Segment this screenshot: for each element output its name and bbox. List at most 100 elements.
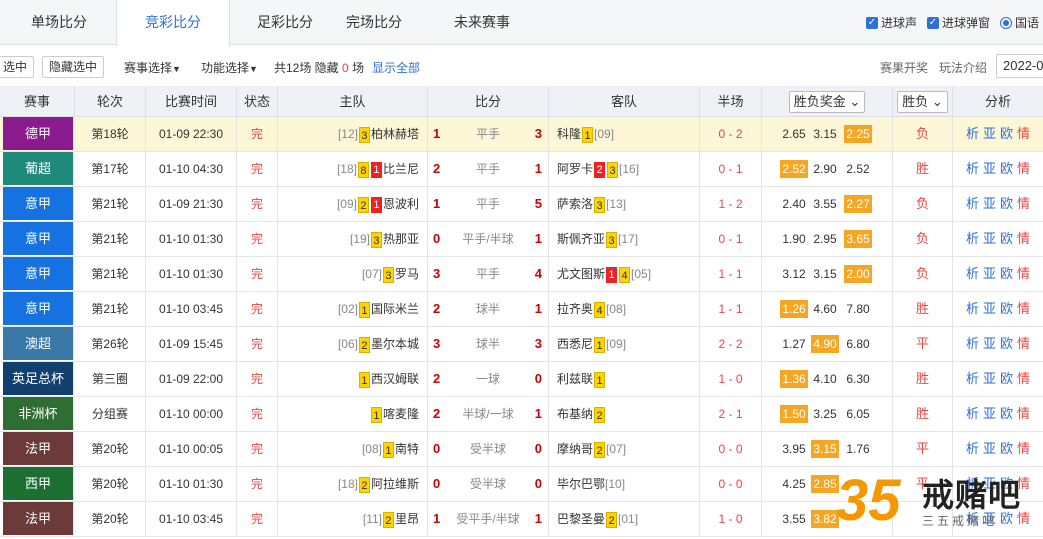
tab-zucai-score[interactable]: 足彩比分	[230, 0, 340, 45]
odds-value[interactable]: 3.95	[780, 440, 808, 458]
home-team-cell[interactable]: [02] 1 国际米兰	[278, 292, 428, 326]
away-team-cell[interactable]: 斯佩齐亚 3 [17]	[549, 222, 700, 256]
odds-select[interactable]: 胜负奖金 ⌄	[788, 91, 866, 113]
intel-link[interactable]: 情	[1017, 371, 1030, 386]
checkbox-checked-icon[interactable]: ✓	[926, 16, 939, 29]
odds-value[interactable]: 6.05	[844, 405, 872, 423]
away-team-name[interactable]: 毕尔巴鄂	[557, 477, 605, 491]
away-team-cell[interactable]: 阿罗卡 2 3 [16]	[549, 152, 700, 186]
home-team-name[interactable]: 墨尔本城	[371, 337, 419, 351]
analysis-link[interactable]: 析	[966, 336, 979, 351]
league-badge[interactable]: 非洲杯	[3, 397, 74, 430]
odds-value[interactable]: 6.30	[844, 370, 872, 388]
asian-odds-link[interactable]: 亚	[983, 336, 996, 351]
tab-future-matches[interactable]: 未来赛事	[440, 0, 524, 45]
euro-odds-link[interactable]: 欧	[1000, 161, 1013, 176]
odds-value[interactable]: 3.15	[811, 265, 839, 283]
away-team-cell[interactable]: 萨索洛 3 [13]	[549, 187, 700, 221]
score-cell[interactable]: 2 球半 1	[428, 292, 549, 326]
odds-value[interactable]: 3.15	[811, 440, 839, 458]
home-team-name[interactable]: 南特	[395, 442, 419, 456]
score-cell[interactable]: 2 平手 1	[428, 152, 549, 186]
table-row[interactable]: 意甲 第21轮 01-10 01:30 完 [07] 3 罗马 3 平手 4 尤文图斯 1 4 [05] 1…	[0, 257, 1043, 292]
home-team-name[interactable]: 比兰尼	[383, 162, 419, 176]
league-badge[interactable]: 意甲	[3, 222, 74, 255]
odds-value[interactable]: 1.26	[780, 300, 808, 318]
league-badge[interactable]: 意甲	[3, 187, 74, 220]
away-team-name[interactable]: 阿罗卡	[557, 162, 593, 176]
mandarin-option[interactable]: 国语	[999, 14, 1039, 31]
tab-single-score[interactable]: 单场比分	[0, 0, 118, 45]
asian-odds-link[interactable]: 亚	[983, 406, 996, 421]
odds-value[interactable]: 2.95	[811, 230, 839, 248]
odds-value[interactable]: 3.25	[811, 405, 839, 423]
keep-selected-button[interactable]: 选中	[0, 56, 35, 78]
odds-value[interactable]: 2.52	[844, 160, 872, 178]
away-team-cell[interactable]: 西悉尼 1 [09]	[549, 327, 700, 361]
asian-odds-link[interactable]: 亚	[983, 441, 996, 456]
odds-value[interactable]: 2.25	[844, 125, 872, 143]
odds-value[interactable]: 2.65	[780, 125, 808, 143]
euro-odds-link[interactable]: 欧	[1000, 336, 1013, 351]
away-team-cell[interactable]: 尤文图斯 1 4 [05]	[549, 257, 700, 291]
odds-value[interactable]: 2.90	[811, 160, 839, 178]
table-row[interactable]: 澳超 第26轮 01-09 15:45 完 [06] 2 墨尔本城 3 球半 3 西悉尼 1 [09] 2…	[0, 327, 1043, 362]
score-cell[interactable]: 3 球半 3	[428, 327, 549, 361]
league-badge[interactable]: 澳超	[3, 327, 74, 360]
asian-odds-link[interactable]: 亚	[983, 231, 996, 246]
home-team-cell[interactable]: [08] 1 南特	[278, 432, 428, 466]
league-badge[interactable]: 意甲	[3, 292, 74, 325]
asian-odds-link[interactable]: 亚	[983, 266, 996, 281]
home-team-name[interactable]: 柏林赫塔	[371, 127, 419, 141]
odds-value[interactable]: 1.50	[780, 405, 808, 423]
away-team-name[interactable]: 科隆	[557, 127, 581, 141]
away-team-cell[interactable]: 科隆 1 [09]	[549, 117, 700, 151]
odds-value[interactable]: 1.90	[780, 230, 808, 248]
euro-odds-link[interactable]: 欧	[1000, 196, 1013, 211]
home-team-cell[interactable]: [07] 3 罗马	[278, 257, 428, 291]
odds-value[interactable]: 3.82	[811, 510, 839, 528]
away-team-name[interactable]: 萨索洛	[557, 197, 593, 211]
euro-odds-link[interactable]: 欧	[1000, 301, 1013, 316]
away-team-name[interactable]: 尤文图斯	[557, 267, 605, 281]
home-team-cell[interactable]: [18] 8 1 比兰尼	[278, 152, 428, 186]
odds-value[interactable]: 7.80	[844, 300, 872, 318]
away-team-name[interactable]: 西悉尼	[557, 337, 593, 351]
rules-link[interactable]: 玩法介绍	[939, 59, 987, 76]
table-row[interactable]: 法甲 第20轮 01-10 00:05 完 [08] 1 南特 0 受半球 0 摩纳哥 2 [07] 0 …	[0, 432, 1043, 467]
odds-value[interactable]: 6.80	[844, 335, 872, 353]
table-row[interactable]: 葡超 第17轮 01-10 04:30 完 [18] 8 1 比兰尼 2 平手 1 阿罗卡 2 3 [16]…	[0, 152, 1043, 187]
table-row[interactable]: 意甲 第21轮 01-10 03:45 完 [02] 1 国际米兰 2 球半 1 拉齐奥 4 [08] 1…	[0, 292, 1043, 327]
odds-value[interactable]: 3.15	[811, 125, 839, 143]
league-badge[interactable]: 意甲	[3, 257, 74, 290]
odds-value[interactable]: 1.36	[780, 370, 808, 388]
league-badge[interactable]: 西甲	[3, 467, 74, 500]
score-cell[interactable]: 1 平手 3	[428, 117, 549, 151]
asian-odds-link[interactable]: 亚	[983, 161, 996, 176]
odds-value[interactable]: 4.25	[780, 475, 808, 493]
away-team-name[interactable]: 摩纳哥	[557, 442, 593, 456]
analysis-link[interactable]: 析	[966, 441, 979, 456]
table-row[interactable]: 意甲 第21轮 01-10 01:30 完 [19] 3 热那亚 0 平手/半球 1 斯佩齐亚 3 [1…	[0, 222, 1043, 257]
home-team-name[interactable]: 国际米兰	[371, 302, 419, 316]
odds-value[interactable]: 4.90	[811, 335, 839, 353]
league-badge[interactable]: 法甲	[3, 502, 74, 535]
analysis-link[interactable]: 析	[966, 231, 979, 246]
odds-value[interactable]: 3.55	[780, 510, 808, 528]
away-team-cell[interactable]: 布基纳 2	[549, 397, 700, 431]
intel-link[interactable]: 情	[1017, 266, 1030, 281]
table-row[interactable]: 意甲 第21轮 01-09 21:30 完 [09] 2 1 恩波利 1 平手 5 萨索洛 3 [13] 1…	[0, 187, 1043, 222]
intel-link[interactable]: 情	[1017, 336, 1030, 351]
home-team-cell[interactable]: [12] 3 柏林赫塔	[278, 117, 428, 151]
goal-popup-option[interactable]: ✓ 进球弹窗	[926, 14, 990, 31]
intel-link[interactable]: 情	[1017, 406, 1030, 421]
away-team-cell[interactable]: 拉齐奥 4 [08]	[549, 292, 700, 326]
odds-value[interactable]: 3.65	[844, 230, 872, 248]
away-team-name[interactable]: 利兹联	[557, 372, 593, 386]
league-badge[interactable]: 德甲	[3, 117, 74, 150]
odds-value[interactable]: 1.76	[844, 440, 872, 458]
euro-odds-link[interactable]: 欧	[1000, 441, 1013, 456]
table-row[interactable]: 英足总杯 第三圈 01-09 22:00 完 1 西汉姆联 2 一球 0 利兹联 1 1 - 0 1.3…	[0, 362, 1043, 397]
home-team-cell[interactable]: [18] 2 阿拉维斯	[278, 467, 428, 501]
home-team-cell[interactable]: [19] 3 热那亚	[278, 222, 428, 256]
